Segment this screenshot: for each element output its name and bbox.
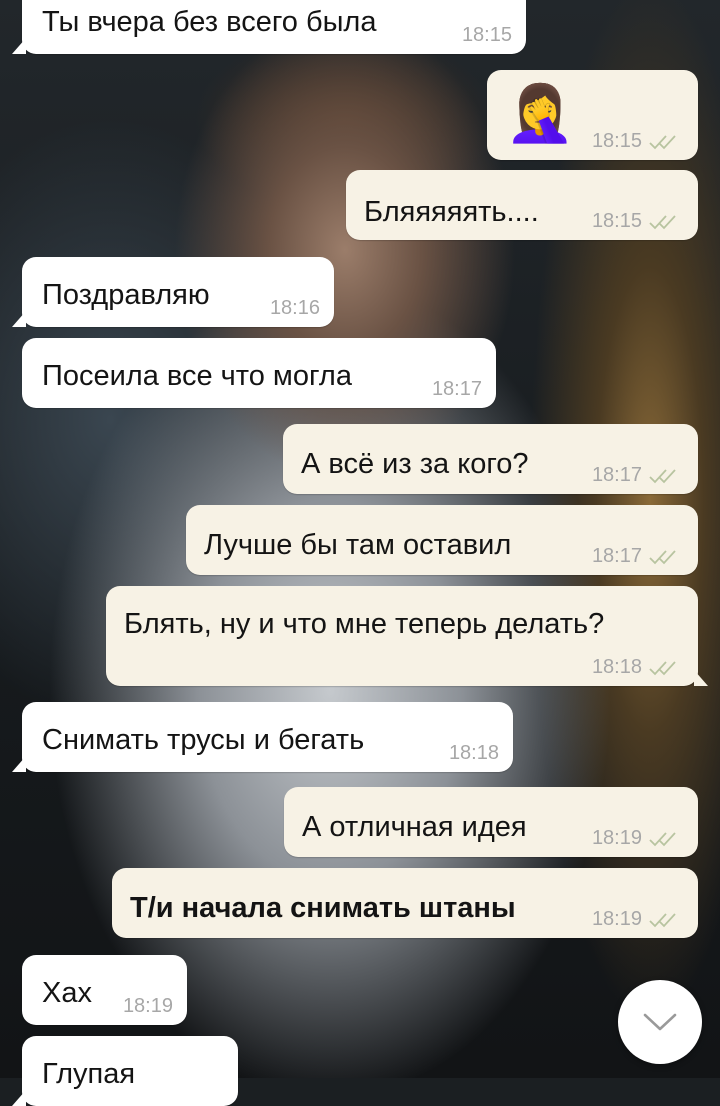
message-time: 18:17 bbox=[591, 545, 642, 567]
chevron-down-icon bbox=[643, 1013, 677, 1031]
message-time: 18:15 bbox=[591, 210, 642, 232]
double-check-icon bbox=[649, 550, 676, 565]
message-outgoing[interactable]: Лучше бы там оставил 18:17 bbox=[186, 505, 698, 575]
message-time: 18:15 bbox=[461, 24, 512, 46]
message-incoming[interactable]: Снимать трусы и бегать 18:18 bbox=[12, 702, 513, 772]
message-time: 18:18 bbox=[448, 742, 499, 764]
message-time: 18:17 bbox=[591, 464, 642, 486]
double-check-icon bbox=[649, 832, 676, 847]
message-time: 18:19 bbox=[122, 995, 173, 1017]
message-time: 18:19 bbox=[591, 908, 642, 930]
double-check-icon bbox=[649, 913, 676, 928]
message-text: Глупая bbox=[42, 1058, 136, 1090]
message-text: Хах bbox=[42, 977, 92, 1009]
message-text: Снимать трусы и бегать bbox=[42, 724, 365, 756]
message-time: 18:18 bbox=[591, 656, 642, 678]
message-incoming[interactable]: Хах 18:19 bbox=[22, 955, 187, 1025]
double-check-icon bbox=[649, 661, 676, 676]
message-text: Лучше бы там оставил bbox=[204, 529, 512, 561]
message-text: Поздравляю bbox=[42, 279, 210, 311]
message-incoming[interactable]: Глупая bbox=[12, 1036, 238, 1106]
message-text: Блять, ну и что мне теперь делать? bbox=[124, 608, 605, 640]
double-check-icon bbox=[649, 469, 676, 484]
message-time: 18:16 bbox=[269, 297, 320, 319]
message-text: Ты вчера без всего была bbox=[42, 6, 377, 38]
message-text: А отличная идея bbox=[302, 811, 527, 843]
message-outgoing[interactable]: А отличная идея 18:19 bbox=[284, 787, 698, 857]
message-incoming[interactable]: Ты вчера без всего была 18:15 bbox=[12, 0, 526, 54]
double-check-icon bbox=[649, 215, 676, 230]
message-text: Бляяяяять.... bbox=[364, 196, 539, 228]
message-time: 18:19 bbox=[591, 827, 642, 849]
message-time: 18:17 bbox=[431, 378, 482, 400]
message-text: Посеила все что могла bbox=[42, 360, 352, 392]
message-outgoing[interactable]: Бляяяяять.... 18:15 bbox=[346, 170, 698, 240]
message-text: А всё из за кого? bbox=[301, 448, 529, 480]
scroll-to-bottom-button[interactable] bbox=[618, 980, 702, 1064]
message-outgoing[interactable]: Блять, ну и что мне теперь делать? 18:18 bbox=[106, 586, 708, 686]
message-outgoing[interactable]: 🤦‍♀️ 18:15 bbox=[487, 70, 698, 160]
message-outgoing[interactable]: Т/и начала снимать штаны 18:19 bbox=[112, 868, 698, 938]
message-outgoing[interactable]: А всё из за кого? 18:17 bbox=[283, 424, 698, 494]
facepalm-emoji: 🤦‍♀️ bbox=[505, 81, 575, 144]
message-time: 18:15 bbox=[591, 130, 642, 152]
message-incoming[interactable]: Поздравляю 18:16 bbox=[12, 257, 334, 327]
message-text: Т/и начала снимать штаны bbox=[130, 892, 516, 924]
message-incoming[interactable]: Посеила все что могла 18:17 bbox=[22, 338, 496, 408]
double-check-icon bbox=[649, 135, 676, 150]
